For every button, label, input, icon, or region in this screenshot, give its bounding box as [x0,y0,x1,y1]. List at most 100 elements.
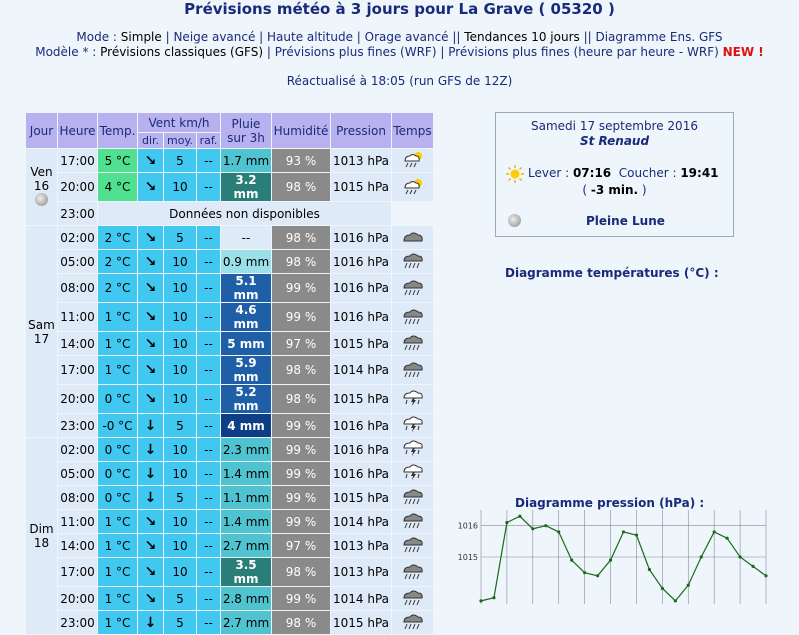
rain-cell: 3.5 mm [221,558,271,586]
weather-icon-cell [392,611,433,634]
day-label: Sam 17 [26,226,57,437]
pressure-point [738,555,742,559]
temp-cell: 1 °C [98,356,137,384]
temp-cell: 5 °C [98,149,137,172]
pressure-cell: 1014 hPa [331,587,391,610]
pressure-point [699,555,703,559]
wind-direction-icon: ↘ [138,385,163,413]
mode-simple-link[interactable]: Simple [121,30,162,44]
pressure-point [570,558,574,562]
humidity-cell: 99 % [272,414,330,437]
wind-direction-icon: ↘ [138,226,163,249]
pressure-point [479,599,483,603]
temp-cell: -0 °C [98,414,137,437]
mode-tendances-link[interactable]: Tendances 10 jours [464,30,579,44]
wind-gust-cell: -- [197,226,220,249]
hour-cell: 20:00 [58,173,97,201]
wind-speed-cell: 10 [164,534,196,557]
humidity-cell: 98 % [272,385,330,413]
rain-icon [401,335,425,354]
pressure-point [505,520,509,525]
table-row: 23:00 -0 °C ↓ 5 -- 4 mm 99 % 1016 hPa [26,414,433,437]
wind-direction-icon: ↘ [138,274,163,302]
wind-gust-cell: -- [197,303,220,331]
model-wrf-hourly-link[interactable]: Prévisions plus fines (heure par heure -… [448,45,719,59]
temp-cell: 0 °C [98,486,137,509]
wind-speed-cell: 10 [164,356,196,384]
mode-altitude-link[interactable]: Haute altitude [267,30,353,44]
humidity-cell: 99 % [272,462,330,485]
pressure-cell: 1013 hPa [331,534,391,557]
forecast-table: Jour Heure Temp. Vent km/h Pluie sur 3h H… [25,112,434,635]
storm-icon [401,440,425,460]
hour-cell: 20:00 [58,385,97,413]
weather-icon-cell [392,510,433,533]
temp-chart-title: Diagramme températures (°C) : [505,266,719,280]
hour-cell: 17:00 [58,149,97,172]
rain-icon [401,280,425,299]
wind-speed-cell: 10 [164,385,196,413]
cloud-icon [401,232,425,248]
table-row: 14:00 1 °C ↘ 10 -- 5 mm 97 % 1015 hPa [26,332,433,355]
rain-cell: 3.2 mm [221,173,271,201]
model-line: Modèle * : Prévisions classiques (GFS) |… [35,45,764,59]
humidity-cell: 99 % [272,438,330,461]
model-gfs-link[interactable]: Prévisions classiques (GFS) [100,45,263,59]
rain-icon [401,513,425,532]
weather-icon-cell [392,303,433,331]
rain-cell: 2.8 mm [221,587,271,610]
weather-icon-cell [392,274,433,302]
pressure-cell: 1016 hPa [331,274,391,302]
rain-cell: 5 mm [221,332,271,355]
wind-gust-cell: -- [197,438,220,461]
wind-speed-cell: 5 [164,611,196,634]
humidity-cell: 99 % [272,486,330,509]
pressure-point [634,533,639,537]
wind-direction-icon: ↓ [138,414,163,437]
rain-cell: 0.9 mm [221,250,271,273]
wind-speed-cell: 5 [164,486,196,509]
table-row: 17:00 1 °C ↘ 10 -- 5.9 mm 98 % 1014 hPa [26,356,433,384]
hour-cell: 11:00 [58,510,97,533]
humidity-cell: 98 % [272,226,330,249]
wind-gust-cell: -- [197,173,220,201]
pressure-cell: 1013 hPa [331,149,391,172]
temp-cell: 1 °C [98,558,137,586]
rain-cell: 1.7 mm [221,149,271,172]
temp-cell: 2 °C [98,274,137,302]
mode-orage-link[interactable]: Orage avancé [365,30,449,44]
wind-direction-icon: ↘ [138,173,163,201]
rain-cell: 4 mm [221,414,271,437]
weather-icon-cell [392,534,433,557]
weather-icon-cell [392,587,433,610]
wind-direction-icon: ↘ [138,250,163,273]
wind-direction-icon: ↘ [138,510,163,533]
pressure-cell: 1015 hPa [331,611,391,634]
pressure-cell: 1016 hPa [331,438,391,461]
pressure-cell: 1015 hPa [331,486,391,509]
hour-cell: 17:00 [58,558,97,586]
pressure-cell: 1015 hPa [331,332,391,355]
header-pluie: Pluie sur 3h [221,113,271,148]
table-row: 17:00 1 °C ↘ 10 -- 3.5 mm 98 % 1013 hPa [26,558,433,586]
table-row: 23:00 Données non disponibles [26,202,433,225]
pressure-point [712,530,716,534]
moon-phase: Pleine Lune [586,214,665,228]
storm-icon [401,464,425,484]
wind-speed-cell: 10 [164,462,196,485]
sun-rain-icon [401,152,425,171]
humidity-cell: 98 % [272,558,330,586]
pressure-point [751,564,755,568]
sunrise-time: 07:16 [572,166,612,180]
temp-cell: 1 °C [98,534,137,557]
mode-neige-link[interactable]: Neige avancé [173,30,255,44]
wind-speed-cell: 5 [164,226,196,249]
weather-icon-cell [392,250,433,273]
pressure-point [608,558,613,562]
pressure-point [492,596,496,600]
rain-cell: 4.6 mm [221,303,271,331]
pressure-cell: 1016 hPa [331,250,391,273]
model-wrf-link[interactable]: Prévisions plus fines (WRF) [275,45,437,59]
wind-gust-cell: -- [197,414,220,437]
mode-ens-link[interactable]: Diagramme Ens. GFS [595,30,722,44]
